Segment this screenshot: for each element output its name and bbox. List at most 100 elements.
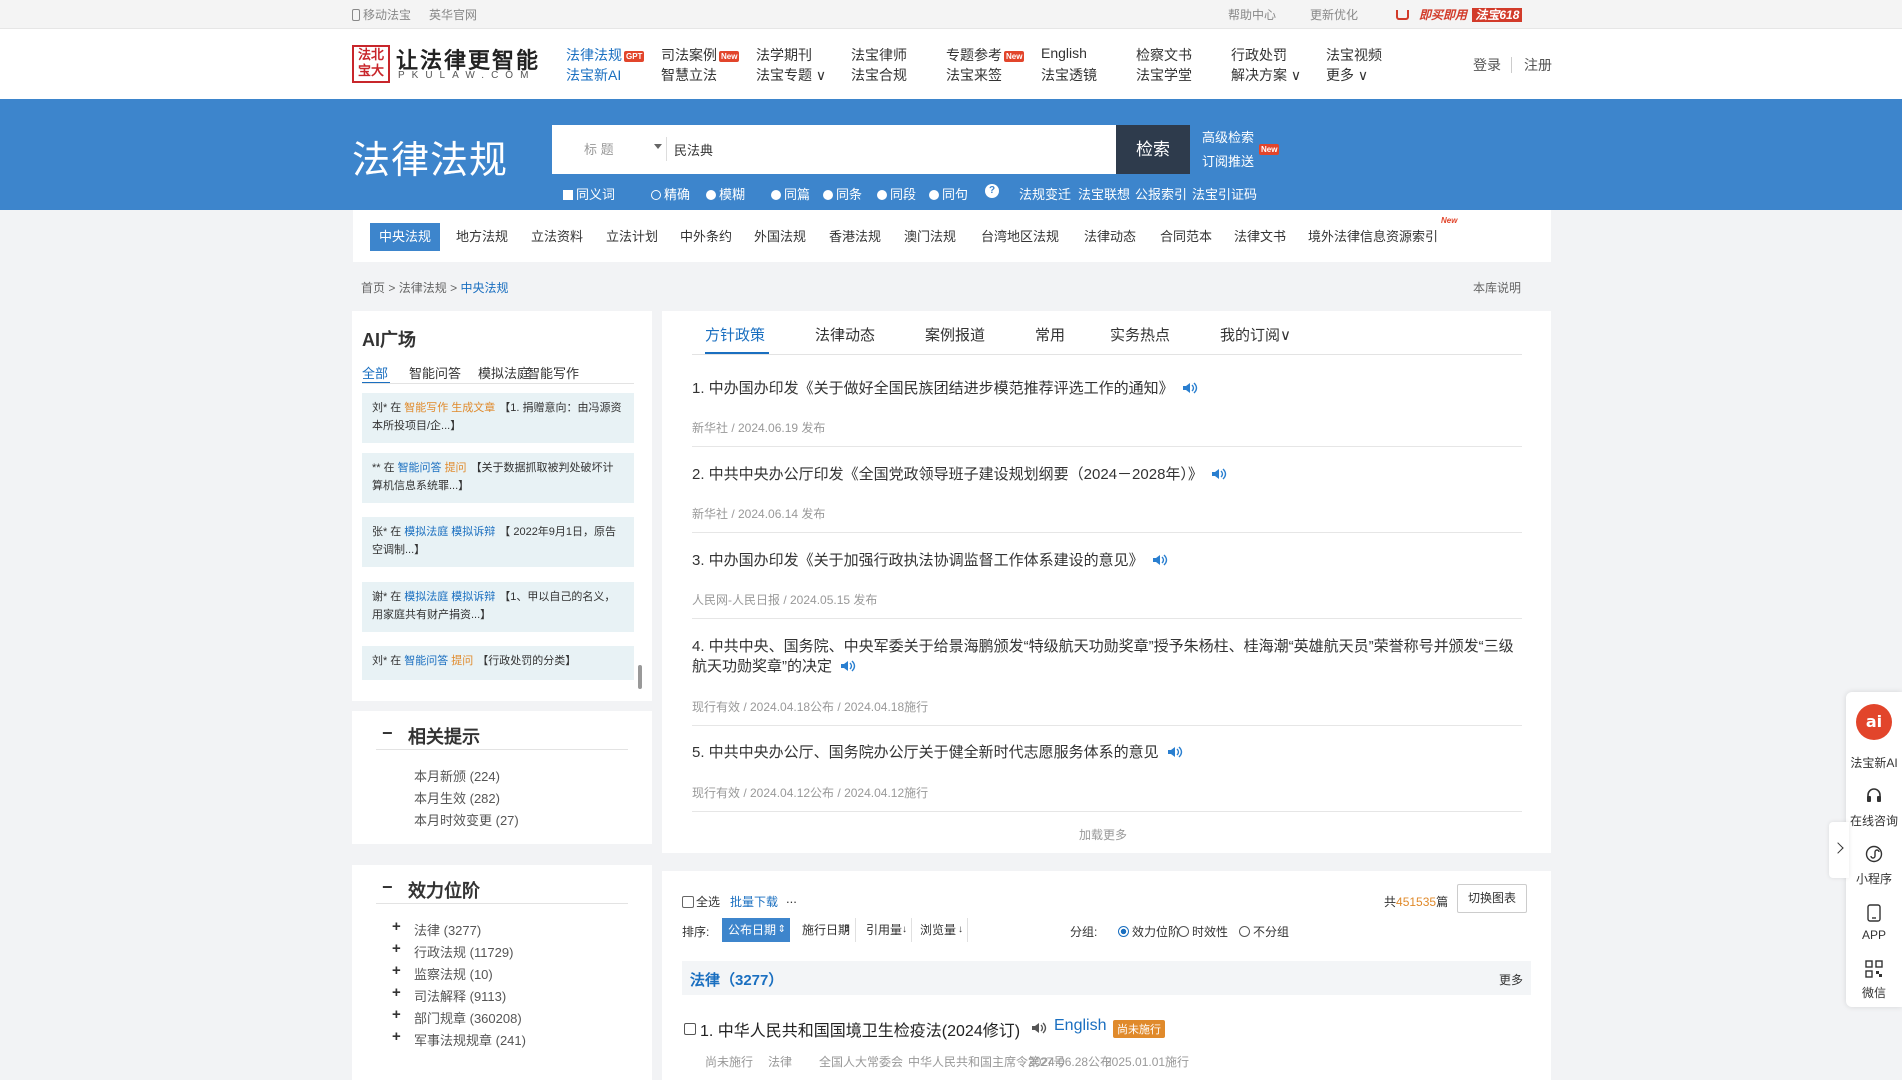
search-option-1[interactable]: 精确: [651, 184, 690, 203]
search-option-11[interactable]: 法宝引证码: [1192, 184, 1257, 203]
category-tab-0[interactable]: 中央法规: [370, 223, 441, 251]
wechat-label[interactable]: 微信: [1846, 984, 1902, 1001]
mini-program-icon[interactable]: [1865, 845, 1883, 863]
subscribe-link[interactable]: 订阅推送: [1202, 151, 1254, 170]
news-tab-0[interactable]: 方针政策: [705, 324, 765, 345]
breadcrumb-laws[interactable]: 法律法规: [399, 281, 447, 295]
batch-download-link[interactable]: 批量下载: [730, 893, 778, 910]
expand-icon[interactable]: +: [392, 984, 401, 1001]
news-item-title[interactable]: 1. 中办国办印发《关于做好全国民族团结进步模范推荐评选工作的通知》: [692, 379, 1522, 399]
level-item[interactable]: 监察法规 (10): [414, 964, 493, 983]
login-link[interactable]: 登录: [1473, 55, 1501, 75]
search-button[interactable]: 检索: [1116, 125, 1190, 174]
ai-card[interactable]: 刘* 在智能写作 生成文章 【1. 捐赠意向：由冯源资本所投项目/企...】: [362, 393, 634, 443]
expand-icon[interactable]: +: [392, 1006, 401, 1023]
expand-icon[interactable]: +: [392, 962, 401, 979]
speaker-icon[interactable]: [1167, 746, 1183, 758]
level-item[interactable]: 行政法规 (11729): [414, 942, 513, 961]
library-info-link[interactable]: 本库说明: [1473, 279, 1521, 296]
group-option-2[interactable]: 不分组: [1239, 923, 1289, 940]
category-tab-10[interactable]: 合同范本: [1160, 223, 1212, 251]
level-item[interactable]: 军事法规规章 (241): [414, 1030, 526, 1049]
sort-0[interactable]: 公布日期 ⇕: [722, 918, 790, 942]
category-tab-4[interactable]: 中外条约: [680, 223, 732, 251]
news-tab-1[interactable]: 法律动态: [815, 324, 875, 345]
update-link[interactable]: 更新优化: [1310, 6, 1358, 23]
logo[interactable]: 法北宝大 让法律更智能 PKULAW.COM: [352, 45, 552, 83]
category-tab-7[interactable]: 澳门法规: [904, 223, 956, 251]
speaker-icon[interactable]: [840, 660, 856, 672]
group-option-1[interactable]: 时效性: [1178, 923, 1228, 940]
level-item[interactable]: 司法解释 (9113): [414, 986, 506, 1005]
mini-program-label[interactable]: 小程序: [1846, 870, 1902, 887]
search-option-8[interactable]: 法规变迁: [1019, 184, 1071, 203]
section-title[interactable]: 法律（3277）: [690, 969, 783, 990]
english-site-link[interactable]: 英华官网: [429, 6, 477, 23]
ai-tab-1[interactable]: 智能问答: [409, 363, 461, 382]
load-more-button[interactable]: 加载更多: [1079, 826, 1127, 843]
category-tab-3[interactable]: 立法计划: [606, 223, 658, 251]
hint-item[interactable]: 本月时效变更 (27): [414, 810, 519, 829]
select-all[interactable]: 全选: [682, 893, 720, 910]
news-tab-2[interactable]: 案例报道: [925, 324, 985, 345]
register-link[interactable]: 注册: [1524, 55, 1552, 75]
breadcrumb-home[interactable]: 首页: [361, 281, 385, 295]
collapse-hints-icon[interactable]: −: [382, 723, 393, 744]
mobile-link[interactable]: 移动法宝: [352, 6, 411, 23]
ai-float-label[interactable]: 法宝新AI: [1846, 754, 1902, 771]
ai-tab-0[interactable]: 全部: [362, 363, 388, 382]
app-phone-icon[interactable]: [1867, 904, 1881, 922]
advanced-search-link[interactable]: 高级检索: [1202, 127, 1254, 146]
ai-tab-2[interactable]: 模拟法庭: [478, 363, 530, 382]
level-item[interactable]: 法律 (3277): [414, 920, 481, 939]
level-item[interactable]: 部门规章 (360208): [414, 1008, 522, 1027]
headset-icon[interactable]: [1865, 786, 1883, 804]
search-option-9[interactable]: 法宝联想: [1078, 184, 1130, 203]
online-consult-label[interactable]: 在线咨询: [1846, 812, 1902, 829]
category-tab-12[interactable]: 境外法律信息资源索引: [1308, 223, 1438, 251]
help-icon[interactable]: ?: [985, 184, 999, 198]
search-option-5[interactable]: 同段: [877, 184, 916, 203]
category-tab-2[interactable]: 立法资料: [531, 223, 583, 251]
hint-item[interactable]: 本月生效 (282): [414, 788, 500, 807]
sort-3[interactable]: 浏览量 ↓: [914, 918, 968, 942]
result-checkbox[interactable]: [684, 1023, 696, 1035]
ai-card[interactable]: 谢* 在模拟法庭 模拟诉辩 【1、甲以自己的名义，用家庭共有财产捐资...】: [362, 582, 634, 632]
english-link[interactable]: English: [1054, 1017, 1106, 1035]
search-input[interactable]: [674, 135, 1104, 163]
more-options-button[interactable]: ...: [786, 891, 797, 906]
category-tab-9[interactable]: 法律动态: [1084, 223, 1136, 251]
collapse-levels-icon[interactable]: −: [382, 877, 393, 898]
speaker-icon[interactable]: [1031, 1021, 1047, 1035]
search-option-3[interactable]: 同篇: [771, 184, 810, 203]
group-option-0[interactable]: 效力位阶: [1118, 923, 1180, 940]
search-option-10[interactable]: 公报索引: [1135, 184, 1187, 203]
news-item-title[interactable]: 5. 中共中央办公厅、国务院办公厅关于健全新时代志愿服务体系的意见: [692, 743, 1522, 763]
category-tab-8[interactable]: 台湾地区法规: [981, 223, 1059, 251]
category-tab-6[interactable]: 香港法规: [829, 223, 881, 251]
ai-float-icon[interactable]: ai: [1856, 704, 1892, 740]
expand-icon[interactable]: +: [392, 1028, 401, 1045]
search-field-select[interactable]: 标 题: [584, 139, 662, 158]
news-tab-4[interactable]: 实务热点: [1110, 324, 1170, 345]
ai-tab-3[interactable]: 智能写作: [527, 363, 579, 382]
speaker-icon[interactable]: [1182, 382, 1198, 394]
news-item-title[interactable]: 2. 中共中央办公厅印发《全国党政领导班子建设规划纲要（2024－2028年）》: [692, 465, 1522, 485]
expand-icon[interactable]: +: [392, 940, 401, 957]
category-tab-5[interactable]: 外国法规: [754, 223, 806, 251]
news-tab-3[interactable]: 常用: [1035, 324, 1065, 345]
search-option-6[interactable]: 同句: [929, 184, 968, 203]
sort-1[interactable]: 施行日期 ⇕: [796, 918, 856, 942]
news-item-title[interactable]: 3. 中办国办印发《关于加强行政执法协调监督工作体系建设的意见》: [692, 551, 1522, 571]
speaker-icon[interactable]: [1211, 468, 1227, 480]
ai-scrollbar[interactable]: [638, 665, 642, 689]
ai-card[interactable]: 刘* 在智能问答 提问 【行政处罚的分类】: [362, 646, 634, 680]
speaker-icon[interactable]: [1152, 554, 1168, 566]
category-tab-11[interactable]: 法律文书: [1234, 223, 1286, 251]
ai-card[interactable]: ** 在智能问答 提问 【关于数据抓取被判处破坏计算机信息系统罪...】: [362, 453, 634, 503]
collapse-float-handle[interactable]: [1829, 822, 1849, 878]
ai-card[interactable]: 张* 在模拟法庭 模拟诉辩【 2022年9月1日，原告空调制...】: [362, 517, 634, 567]
section-more-link[interactable]: 更多: [1499, 971, 1523, 988]
expand-icon[interactable]: +: [392, 918, 401, 935]
search-option-4[interactable]: 同条: [823, 184, 862, 203]
